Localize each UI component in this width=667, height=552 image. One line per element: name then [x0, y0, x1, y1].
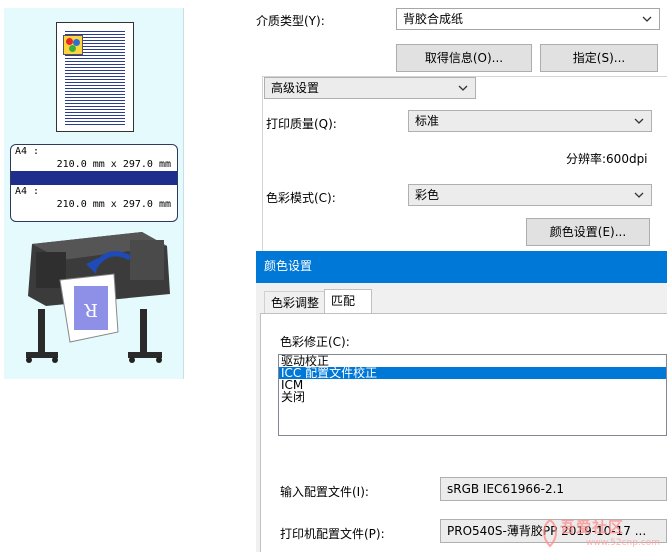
chevron-down-icon	[634, 192, 644, 198]
get-info-button[interactable]: 取得信息(O)...	[396, 44, 532, 72]
chevron-down-icon	[642, 16, 652, 22]
down-arrow-icon: ⬇	[45, 185, 56, 198]
logo-icon	[543, 518, 557, 548]
media-type-dropdown[interactable]: 背胶合成纸	[396, 8, 660, 30]
input-profile-value: sRGB IEC61966-2.1	[447, 482, 565, 496]
color-correction-label: 色彩修正(C):	[280, 335, 350, 349]
advanced-settings-value: 高级设置	[271, 81, 320, 95]
print-quality-value: 标准	[415, 114, 440, 128]
color-settings-dialog: 颜色设置 色彩调整 匹配 色彩修正(C): 驱动校正 ICC 配置文件校正 IC…	[256, 251, 667, 552]
list-item[interactable]: 关闭	[279, 391, 666, 403]
layout-preview-panel: A4 : 210.0 mm x 297.0 mm ⬇ 实际尺寸 A4 : 210…	[4, 8, 184, 379]
chevron-down-icon	[634, 118, 644, 124]
input-profile-label: 输入配置文件(I):	[280, 485, 369, 499]
print-quality-label: 打印质量(Q):	[266, 117, 337, 131]
specify-button[interactable]: 指定(S)...	[540, 44, 658, 72]
dialog-title: 颜色设置	[256, 251, 667, 283]
chevron-down-icon	[458, 85, 468, 91]
media-type-value: 背胶合成纸	[403, 12, 464, 26]
media-type-label: 介质类型(Y):	[256, 14, 325, 28]
source-size-dimensions: 210.0 mm x 297.0 mm	[56, 159, 171, 170]
output-size-name: A4 :	[15, 186, 40, 197]
list-item[interactable]: ICC 配置文件校正	[279, 367, 666, 379]
input-profile-dropdown[interactable]: sRGB IEC61966-2.1	[440, 477, 667, 501]
site-watermark: 吾爱社区 www.52cnp.com	[540, 516, 667, 552]
page-preview	[56, 22, 134, 132]
color-settings-button[interactable]: 颜色设置(E)...	[526, 218, 650, 246]
color-mode-dropdown[interactable]: 彩色	[408, 184, 652, 206]
color-correction-listbox[interactable]: 驱动校正 ICC 配置文件校正 ICM 关闭	[278, 354, 667, 436]
tab-matching[interactable]: 匹配	[324, 289, 372, 315]
sheet-letter: R	[84, 299, 98, 320]
source-size-name: A4 :	[15, 146, 40, 157]
printer-profile-label: 打印机配置文件(P):	[280, 527, 385, 541]
scaling-row: ⬇ 实际尺寸	[11, 171, 177, 212]
image-thumbnail-icon	[63, 35, 83, 55]
tab-color-adjustment[interactable]: 色彩调整	[264, 291, 327, 315]
paper-size-info: A4 : 210.0 mm x 297.0 mm ⬇ 实际尺寸 A4 : 210…	[10, 144, 178, 222]
color-mode-label: 色彩模式(C):	[266, 191, 336, 205]
watermark-url: www.52cnp.com	[586, 538, 661, 548]
resolution-text: 分辨率:600dpi	[566, 152, 648, 166]
advanced-settings-dropdown[interactable]: 高级设置	[264, 77, 476, 99]
print-quality-dropdown[interactable]: 标准	[408, 110, 652, 132]
color-mode-value: 彩色	[415, 188, 440, 202]
list-item[interactable]: ICM	[279, 379, 666, 391]
watermark-text: 吾爱社区	[560, 518, 625, 536]
printer-illustration: R	[26, 232, 170, 363]
